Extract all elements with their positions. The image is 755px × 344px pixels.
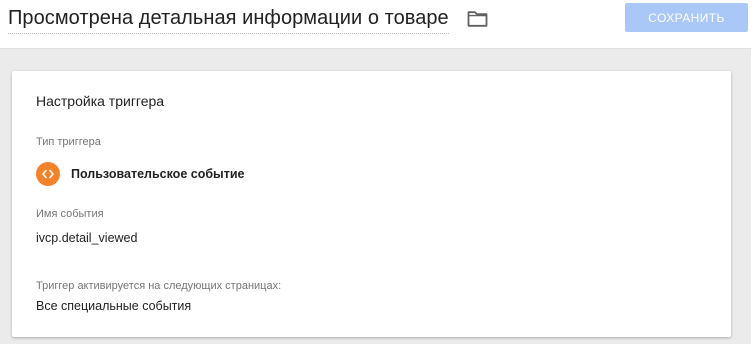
- trigger-name-title[interactable]: Просмотрена детальная информации о товар…: [8, 6, 449, 34]
- event-name-label: Имя события: [36, 208, 104, 220]
- trigger-editor-header: Просмотрена детальная информации о товар…: [0, 0, 752, 49]
- trigger-type-name: Пользовательское событие: [71, 167, 245, 181]
- fires-on-value: Все специальные события: [36, 299, 192, 313]
- right-edge: [751, 0, 755, 344]
- trigger-type-label: Тип триггера: [36, 136, 101, 148]
- folder-icon[interactable]: [467, 10, 488, 27]
- trigger-type-row: Пользовательское событие: [36, 162, 245, 186]
- title-container: Просмотрена детальная информации о товар…: [8, 5, 449, 35]
- trigger-configuration-card[interactable]: Настройка триггера Тип триггера Пользова…: [12, 71, 731, 337]
- save-button[interactable]: СОХРАНИТЬ: [625, 3, 748, 32]
- fires-on-label: Триггер активируется на следующих страни…: [36, 280, 282, 292]
- event-name-value: ivcp.detail_viewed: [36, 231, 138, 245]
- code-brackets-icon: [36, 162, 60, 186]
- card-title: Настройка триггера: [36, 93, 165, 109]
